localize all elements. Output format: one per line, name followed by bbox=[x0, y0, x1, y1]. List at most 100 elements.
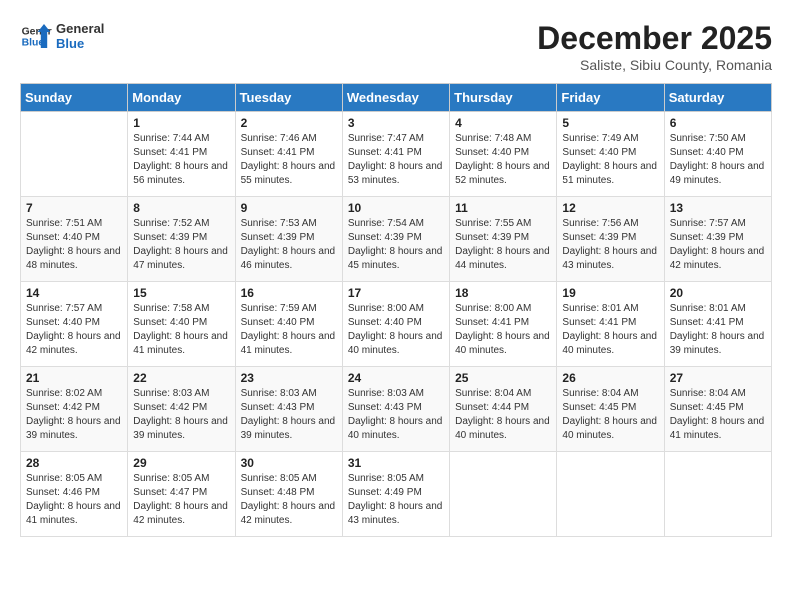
day-number: 7 bbox=[26, 201, 122, 215]
page-header: General Blue General Blue December 2025 … bbox=[20, 20, 772, 73]
calendar-cell: 13Sunrise: 7:57 AMSunset: 4:39 PMDayligh… bbox=[664, 197, 771, 282]
day-number: 29 bbox=[133, 456, 229, 470]
calendar-cell: 1Sunrise: 7:44 AMSunset: 4:41 PMDaylight… bbox=[128, 112, 235, 197]
day-info: Sunrise: 8:00 AMSunset: 4:40 PMDaylight:… bbox=[348, 302, 444, 358]
calendar-cell: 9 Sunrise: 7:53 AMSunset: 4:39 PMDaylight… bbox=[235, 197, 342, 282]
logo-general-text: General bbox=[56, 21, 104, 36]
calendar-cell: 15 Sunrise: 7:58 AMSunset: 4:40 PMDayligh… bbox=[128, 282, 235, 367]
calendar-cell: 16 Sunrise: 7:59 AMSunset: 4:40 PMDayligh… bbox=[235, 282, 342, 367]
day-info: Sunrise: 7:57 AMSunset: 4:40 PMDaylight:… bbox=[26, 302, 122, 358]
header-wednesday: Wednesday bbox=[342, 84, 449, 112]
day-info: Sunrise: 8:03 AMSunset: 4:42 PMDaylight:… bbox=[133, 387, 229, 443]
day-info: Sunrise: 8:03 AMSunset: 4:43 PMDaylight:… bbox=[241, 387, 337, 443]
day-info: Sunrise: 7:47 AMSunset: 4:41 PMDaylight:… bbox=[348, 132, 444, 188]
calendar-cell: 12 Sunrise: 7:56 AMSunset: 4:39 PMDayligh… bbox=[557, 197, 664, 282]
header-friday: Friday bbox=[557, 84, 664, 112]
day-info: Sunrise: 8:04 AMSunset: 4:45 PMDaylight:… bbox=[670, 387, 766, 443]
calendar-cell: 19 Sunrise: 8:01 AMSunset: 4:41 PMDayligh… bbox=[557, 282, 664, 367]
day-number: 28 bbox=[26, 456, 122, 470]
day-info: Sunrise: 7:56 AMSunset: 4:39 PMDaylight:… bbox=[562, 217, 658, 273]
day-info: Sunrise: 7:52 AMSunset: 4:39 PMDaylight:… bbox=[133, 217, 229, 273]
day-info: Sunrise: 8:01 AMSunset: 4:41 PMDaylight:… bbox=[562, 302, 658, 358]
day-info: Sunrise: 8:00 AMSunset: 4:41 PMDaylight:… bbox=[455, 302, 551, 358]
calendar-cell: 4 Sunrise: 7:48 AMSunset: 4:40 PMDaylight… bbox=[450, 112, 557, 197]
header-saturday: Saturday bbox=[664, 84, 771, 112]
calendar-cell: 18 Sunrise: 8:00 AMSunset: 4:41 PMDayligh… bbox=[450, 282, 557, 367]
day-number: 2 bbox=[241, 116, 337, 130]
day-info: Sunrise: 8:01 AMSunset: 4:41 PMDaylight:… bbox=[670, 302, 766, 358]
calendar-cell bbox=[664, 452, 771, 537]
day-number: 18 bbox=[455, 286, 551, 300]
day-number: 17 bbox=[348, 286, 444, 300]
day-number: 26 bbox=[562, 371, 658, 385]
day-info: Sunrise: 7:48 AMSunset: 4:40 PMDaylight:… bbox=[455, 132, 551, 188]
day-info: Sunrise: 7:57 AMSunset: 4:39 PMDaylight:… bbox=[670, 217, 766, 273]
day-number: 9 bbox=[241, 201, 337, 215]
calendar-cell: 14Sunrise: 7:57 AMSunset: 4:40 PMDayligh… bbox=[21, 282, 128, 367]
calendar-cell: 26 Sunrise: 8:04 AMSunset: 4:45 PMDayligh… bbox=[557, 367, 664, 452]
day-number: 3 bbox=[348, 116, 444, 130]
day-info: Sunrise: 7:54 AMSunset: 4:39 PMDaylight:… bbox=[348, 217, 444, 273]
calendar-cell: 7 Sunrise: 7:51 AMSunset: 4:40 PMDaylight… bbox=[21, 197, 128, 282]
calendar-cell: 6 Sunrise: 7:50 AMSunset: 4:40 PMDaylight… bbox=[664, 112, 771, 197]
calendar-cell: 5Sunrise: 7:49 AMSunset: 4:40 PMDaylight… bbox=[557, 112, 664, 197]
calendar-week-1: 1Sunrise: 7:44 AMSunset: 4:41 PMDaylight… bbox=[21, 112, 772, 197]
calendar-cell: 2Sunrise: 7:46 AMSunset: 4:41 PMDaylight… bbox=[235, 112, 342, 197]
day-info: Sunrise: 8:05 AMSunset: 4:48 PMDaylight:… bbox=[241, 472, 337, 528]
calendar-week-4: 21Sunrise: 8:02 AMSunset: 4:42 PMDayligh… bbox=[21, 367, 772, 452]
location-subtitle: Saliste, Sibiu County, Romania bbox=[537, 57, 772, 73]
day-info: Sunrise: 8:04 AMSunset: 4:44 PMDaylight:… bbox=[455, 387, 551, 443]
calendar-cell: 30 Sunrise: 8:05 AMSunset: 4:48 PMDayligh… bbox=[235, 452, 342, 537]
calendar-cell: 31Sunrise: 8:05 AMSunset: 4:49 PMDayligh… bbox=[342, 452, 449, 537]
calendar-cell: 8 Sunrise: 7:52 AMSunset: 4:39 PMDaylight… bbox=[128, 197, 235, 282]
calendar-cell: 21Sunrise: 8:02 AMSunset: 4:42 PMDayligh… bbox=[21, 367, 128, 452]
calendar-cell: 3 Sunrise: 7:47 AMSunset: 4:41 PMDaylight… bbox=[342, 112, 449, 197]
calendar-week-3: 14Sunrise: 7:57 AMSunset: 4:40 PMDayligh… bbox=[21, 282, 772, 367]
day-info: Sunrise: 7:55 AMSunset: 4:39 PMDaylight:… bbox=[455, 217, 551, 273]
calendar-table: SundayMondayTuesdayWednesdayThursdayFrid… bbox=[20, 83, 772, 537]
day-number: 16 bbox=[241, 286, 337, 300]
day-number: 27 bbox=[670, 371, 766, 385]
calendar-cell bbox=[557, 452, 664, 537]
day-number: 6 bbox=[670, 116, 766, 130]
day-info: Sunrise: 7:50 AMSunset: 4:40 PMDaylight:… bbox=[670, 132, 766, 188]
calendar-cell bbox=[450, 452, 557, 537]
day-number: 22 bbox=[133, 371, 229, 385]
header-tuesday: Tuesday bbox=[235, 84, 342, 112]
day-info: Sunrise: 8:04 AMSunset: 4:45 PMDaylight:… bbox=[562, 387, 658, 443]
calendar-header-row: SundayMondayTuesdayWednesdayThursdayFrid… bbox=[21, 84, 772, 112]
day-number: 23 bbox=[241, 371, 337, 385]
header-monday: Monday bbox=[128, 84, 235, 112]
day-info: Sunrise: 7:44 AMSunset: 4:41 PMDaylight:… bbox=[133, 132, 229, 188]
day-info: Sunrise: 8:05 AMSunset: 4:46 PMDaylight:… bbox=[26, 472, 122, 528]
day-info: Sunrise: 7:49 AMSunset: 4:40 PMDaylight:… bbox=[562, 132, 658, 188]
calendar-cell bbox=[21, 112, 128, 197]
logo-icon: General Blue bbox=[20, 20, 52, 52]
day-info: Sunrise: 7:51 AMSunset: 4:40 PMDaylight:… bbox=[26, 217, 122, 273]
calendar-cell: 27 Sunrise: 8:04 AMSunset: 4:45 PMDayligh… bbox=[664, 367, 771, 452]
day-number: 8 bbox=[133, 201, 229, 215]
day-number: 4 bbox=[455, 116, 551, 130]
month-title: December 2025 bbox=[537, 20, 772, 57]
calendar-body: 1Sunrise: 7:44 AMSunset: 4:41 PMDaylight… bbox=[21, 112, 772, 537]
calendar-cell: 20Sunrise: 8:01 AMSunset: 4:41 PMDayligh… bbox=[664, 282, 771, 367]
calendar-cell: 10Sunrise: 7:54 AMSunset: 4:39 PMDayligh… bbox=[342, 197, 449, 282]
title-block: December 2025 Saliste, Sibiu County, Rom… bbox=[537, 20, 772, 73]
day-info: Sunrise: 8:03 AMSunset: 4:43 PMDaylight:… bbox=[348, 387, 444, 443]
day-number: 12 bbox=[562, 201, 658, 215]
calendar-cell: 23 Sunrise: 8:03 AMSunset: 4:43 PMDayligh… bbox=[235, 367, 342, 452]
day-info: Sunrise: 8:05 AMSunset: 4:47 PMDaylight:… bbox=[133, 472, 229, 528]
day-info: Sunrise: 7:53 AMSunset: 4:39 PMDaylight:… bbox=[241, 217, 337, 273]
day-number: 19 bbox=[562, 286, 658, 300]
calendar-cell: 29 Sunrise: 8:05 AMSunset: 4:47 PMDayligh… bbox=[128, 452, 235, 537]
day-number: 30 bbox=[241, 456, 337, 470]
day-number: 25 bbox=[455, 371, 551, 385]
day-number: 21 bbox=[26, 371, 122, 385]
header-sunday: Sunday bbox=[21, 84, 128, 112]
calendar-week-2: 7 Sunrise: 7:51 AMSunset: 4:40 PMDaylight… bbox=[21, 197, 772, 282]
day-info: Sunrise: 7:59 AMSunset: 4:40 PMDaylight:… bbox=[241, 302, 337, 358]
logo-blue-text: Blue bbox=[56, 36, 104, 51]
calendar-cell: 17 Sunrise: 8:00 AMSunset: 4:40 PMDayligh… bbox=[342, 282, 449, 367]
day-info: Sunrise: 7:58 AMSunset: 4:40 PMDaylight:… bbox=[133, 302, 229, 358]
day-number: 15 bbox=[133, 286, 229, 300]
